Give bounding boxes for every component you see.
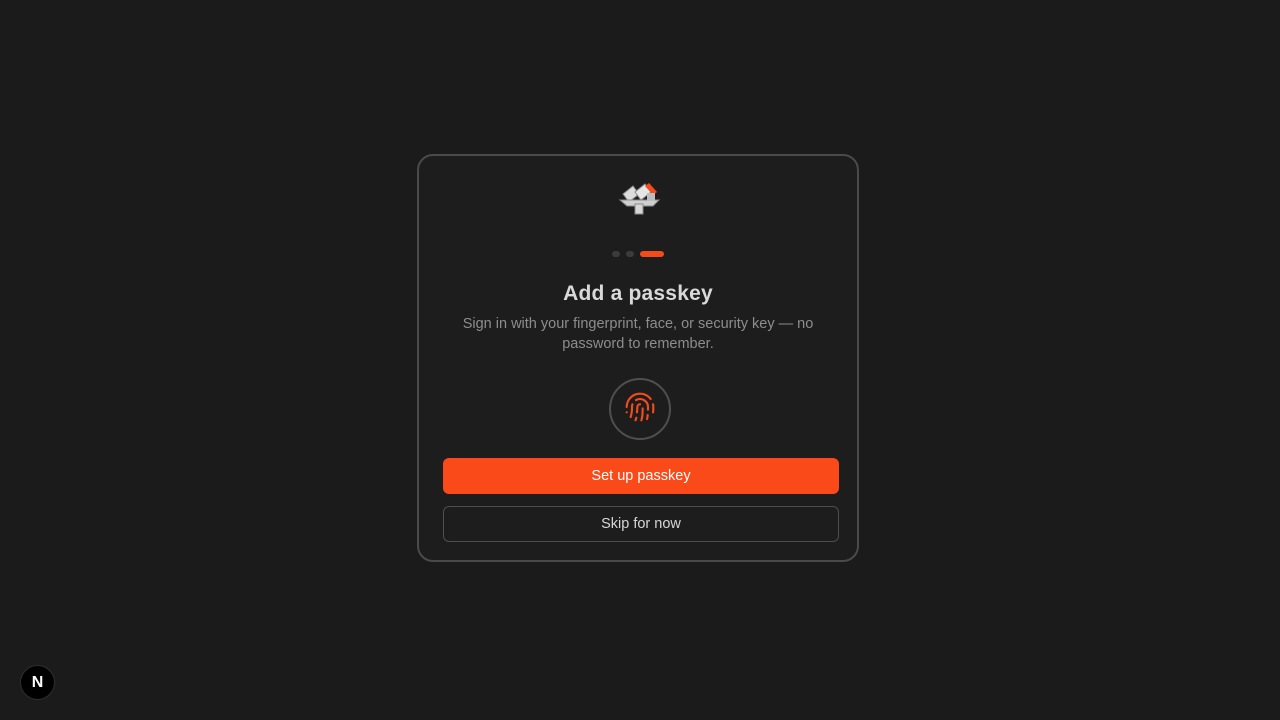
fingerprint-icon bbox=[624, 391, 656, 428]
passkey-card: Add a passkey Sign in with your fingerpr… bbox=[417, 154, 859, 562]
fingerprint-badge bbox=[609, 378, 671, 440]
set-up-passkey-button[interactable]: Set up passkey bbox=[443, 458, 839, 494]
skip-for-now-button[interactable]: Skip for now bbox=[443, 506, 839, 542]
step-dot bbox=[612, 251, 620, 257]
app-logo-icon bbox=[617, 182, 663, 218]
dev-badge-label: N bbox=[31, 673, 44, 691]
page-title: Add a passkey bbox=[563, 282, 713, 305]
nextjs-logo-icon[interactable]: N bbox=[20, 665, 55, 700]
step-indicator bbox=[419, 251, 857, 257]
step-dot-active bbox=[640, 251, 664, 257]
step-dot bbox=[626, 251, 634, 257]
page-subtitle: Sign in with your fingerprint, face, or … bbox=[462, 316, 814, 352]
